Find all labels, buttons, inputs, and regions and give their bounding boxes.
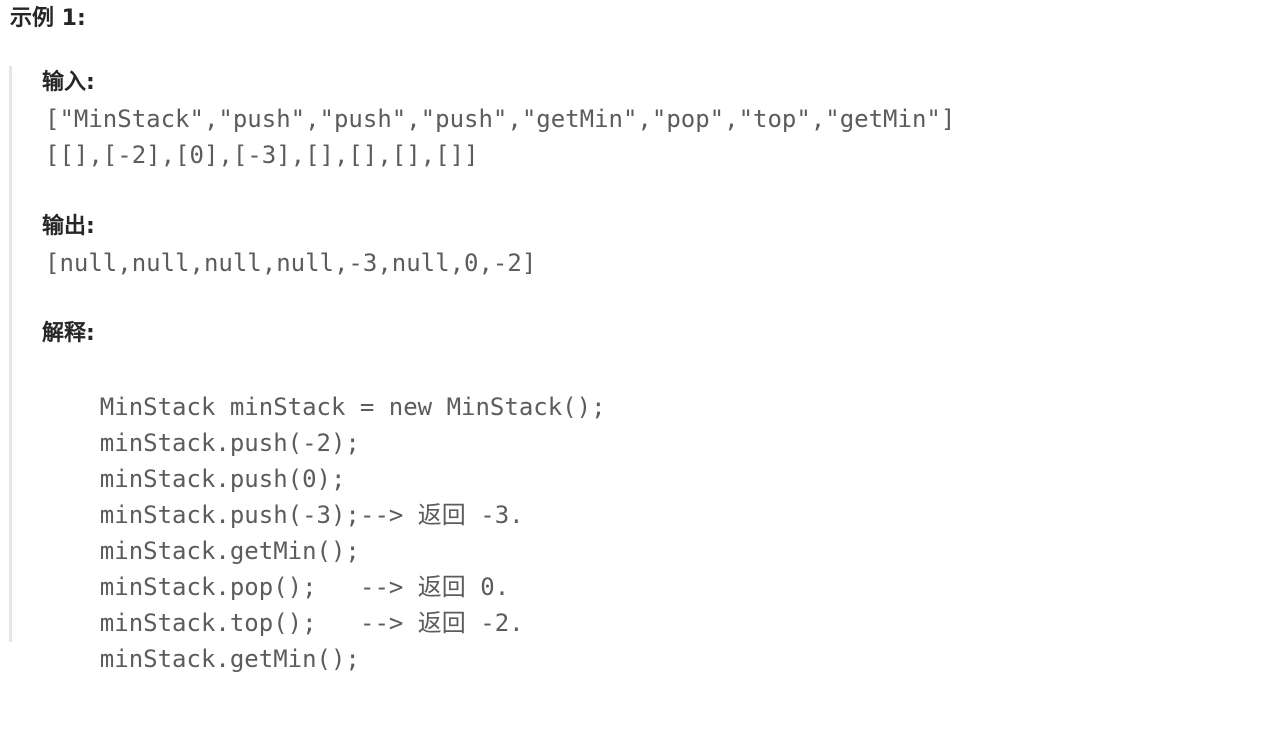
explanation-comment: --> 返回 0. xyxy=(360,573,510,601)
explanation-label: 解释: xyxy=(42,321,95,346)
input-label: 输入: xyxy=(42,70,95,95)
explanation-comment: --> 返回 -3. xyxy=(360,501,524,529)
example-title: 示例 1: xyxy=(10,6,86,31)
input-line-1: ["MinStack","push","push","push","getMin… xyxy=(45,105,956,133)
explanation-line: minStack.getMin(); --> 返回 -2. xyxy=(42,605,524,749)
output-label: 输出: xyxy=(42,214,95,239)
output-line-1: [null,null,null,null,-3,null,0,-2] xyxy=(45,249,537,277)
input-line-2: [[],[-2],[0],[-3],[],[],[],[]] xyxy=(45,141,479,169)
explanation-code: minStack.getMin(); xyxy=(99,645,360,673)
explanation-comment: --> 返回 -2. xyxy=(360,609,524,637)
example-block: 输入: ["MinStack","push","push","push","ge… xyxy=(9,66,1252,673)
